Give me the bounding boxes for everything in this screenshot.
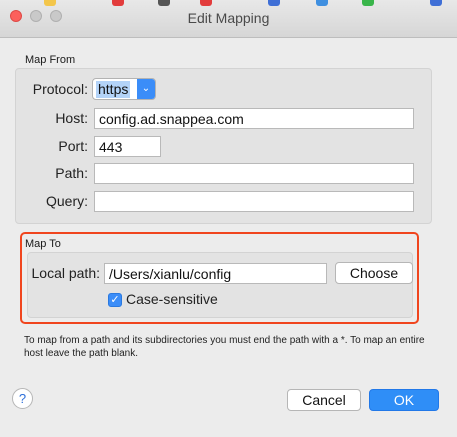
host-label: Host: [55, 110, 88, 126]
background-toolbar-icon [112, 0, 124, 6]
cancel-button[interactable]: Cancel [287, 389, 361, 411]
port-input[interactable]: 443 [94, 136, 161, 157]
case-sensitive-label: Case-sensitive [126, 291, 218, 307]
chevron-down-icon: ⌄ [137, 79, 155, 99]
help-text: To map from a path and its subdirectorie… [24, 335, 425, 359]
protocol-select[interactable]: https ⌄ [92, 78, 156, 100]
path-input[interactable] [94, 163, 414, 184]
query-label: Query: [45, 193, 88, 209]
background-toolbar-icon [200, 0, 212, 6]
protocol-label: Protocol: [32, 81, 88, 97]
background-toolbar-icon [316, 0, 328, 6]
edit-mapping-window: Edit Mapping Map From Protocol: https ⌄ … [0, 0, 457, 437]
local-path-input[interactable]: /Users/xianlu/config [104, 263, 327, 284]
background-toolbar-icon [362, 0, 374, 6]
window-title: Edit Mapping [187, 10, 270, 26]
map-to-label: Map To [25, 238, 61, 250]
background-toolbar-icon [158, 0, 170, 6]
choose-button[interactable]: Choose [335, 262, 413, 284]
background-toolbar-icon [44, 0, 56, 6]
port-label: Port: [58, 138, 88, 154]
title-bar: Edit Mapping [0, 0, 457, 38]
host-input[interactable]: config.ad.snappea.com [94, 108, 414, 129]
ok-button[interactable]: OK [369, 389, 439, 411]
background-toolbar-icon [268, 0, 280, 6]
protocol-value: https [96, 81, 131, 98]
help-button[interactable]: ? [12, 388, 33, 409]
background-toolbar-icon [430, 0, 442, 6]
case-sensitive-checkbox[interactable]: ✓ [108, 293, 122, 307]
map-from-label: Map From [25, 54, 76, 66]
path-label: Path: [55, 165, 88, 181]
query-input[interactable] [94, 191, 414, 212]
local-path-label: Local path: [31, 265, 101, 281]
